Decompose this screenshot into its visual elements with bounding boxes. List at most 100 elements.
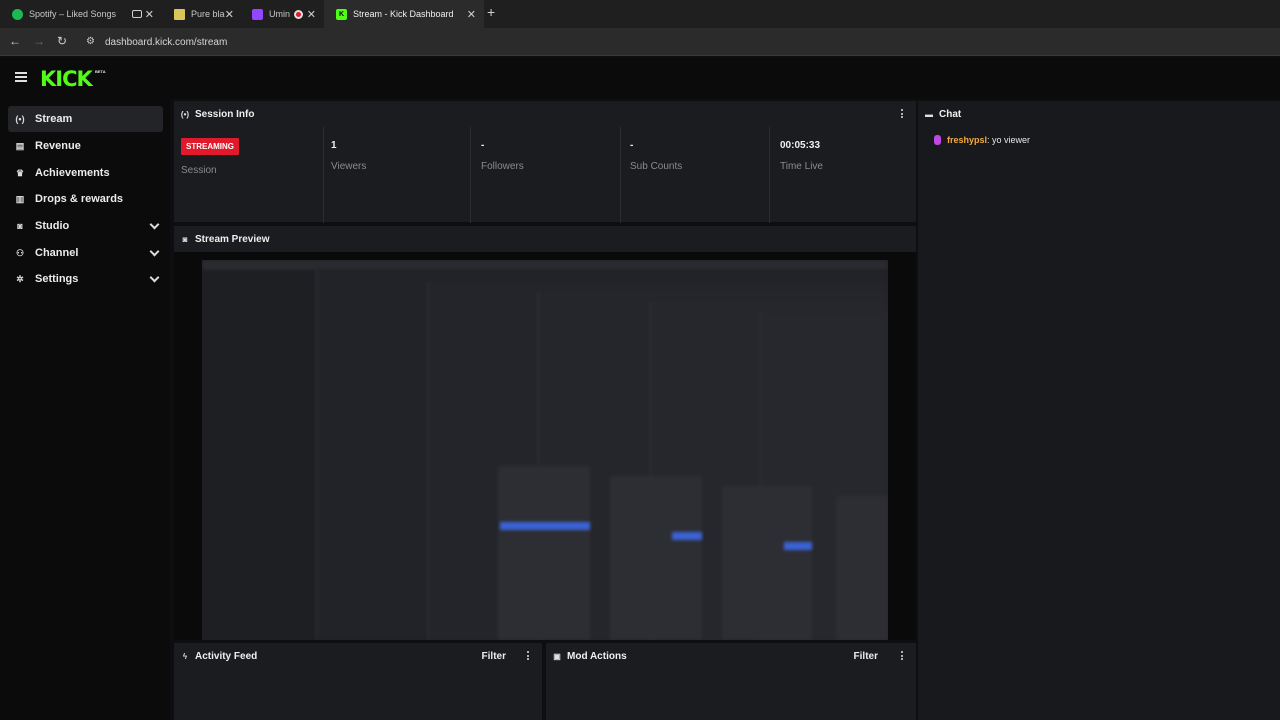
recording-icon: [294, 9, 304, 19]
pure-black-icon: [174, 8, 185, 20]
sidebar-item-label: Drops & rewards: [35, 193, 124, 205]
sidebar-item-studio[interactable]: ◙ Studio: [8, 213, 163, 239]
panel-title: Stream Preview: [195, 233, 270, 245]
sidebar-item-label: Achievements: [35, 167, 110, 179]
menu-icon[interactable]: [15, 72, 27, 82]
sidebar-item-label: Revenue: [35, 140, 81, 152]
stat-viewers: 1 Viewers: [321, 127, 471, 223]
chevron-down-icon: [149, 219, 160, 230]
chevron-down-icon: [149, 272, 160, 283]
stat-value: 1: [331, 140, 337, 151]
twitch-icon: [252, 8, 263, 20]
sidebar-item-settings[interactable]: ✲ Settings: [8, 266, 163, 292]
gear-icon: ✲: [16, 273, 24, 284]
kick-logo[interactable]: KICK: [40, 67, 93, 91]
stat-label: Session: [181, 165, 217, 176]
stream-preview[interactable]: [174, 252, 916, 640]
status-badge: STREAMING: [181, 138, 239, 155]
stat-value: -: [630, 140, 634, 151]
chat-panel: ▬ Chat freshypsl : yo viewer: [918, 101, 1280, 720]
activity-feed-panel: ϟ Activity Feed Filter: [174, 643, 542, 720]
app-header: KICK BETA: [0, 57, 1280, 99]
kick-icon: K: [336, 8, 347, 20]
address-bar: ← → ↻ ⚙ dashboard.kick.com/stream: [0, 28, 1280, 56]
microphone-icon: [934, 135, 941, 145]
more-options-icon[interactable]: [901, 651, 904, 662]
stat-value: -: [481, 140, 485, 151]
more-options-icon[interactable]: [901, 109, 904, 120]
beta-label: BETA: [95, 69, 106, 74]
sidebar-item-drops[interactable]: ▥ Drops & rewards: [8, 186, 163, 212]
channel-icon: ⚇: [15, 247, 25, 258]
tab-title: Spotify – Liked Songs: [29, 9, 117, 19]
stat-label: Followers: [481, 161, 524, 172]
chat-username[interactable]: freshypsl: [947, 135, 987, 145]
panel-title: Activity Feed: [195, 650, 258, 662]
url-field[interactable]: dashboard.kick.com/stream: [105, 37, 227, 48]
studio-icon: ◙: [182, 234, 188, 244]
session-info-header: (•) Session Info: [174, 101, 916, 127]
stat-time-live: 00:05:33 Time Live: [770, 127, 920, 223]
shield-icon: ▣: [553, 651, 561, 661]
broadcast-icon: (•): [15, 114, 25, 124]
trophy-icon: ♛: [15, 167, 25, 178]
sidebar-item-achievements[interactable]: ♛ Achievements: [8, 160, 163, 186]
stat-sub-counts: - Sub Counts: [620, 127, 770, 223]
sidebar-item-label: Channel: [35, 247, 79, 259]
stat-value: 00:05:33: [780, 140, 821, 151]
back-icon[interactable]: ←: [9, 34, 21, 48]
spotify-icon: [12, 8, 23, 20]
close-icon[interactable]: ✕: [225, 8, 234, 21]
sidebar-item-revenue[interactable]: ▤ Revenue: [8, 133, 163, 159]
panel-title: Mod Actions: [567, 650, 627, 662]
more-options-icon[interactable]: [527, 651, 530, 662]
tab-media-icon: [132, 10, 142, 18]
session-stats: STREAMING Session 1 Viewers - Followers …: [174, 127, 916, 223]
sidebar-item-stream[interactable]: (•) Stream: [8, 106, 163, 132]
stat-label: Viewers: [331, 161, 367, 172]
chat-header: ▬ Chat: [918, 101, 1280, 127]
sidebar-item-label: Studio: [35, 220, 70, 232]
forward-icon[interactable]: →: [33, 34, 45, 48]
tab-media[interactable]: [120, 0, 162, 28]
browser-tab-bar: Spotify – Liked Songs ✕ Pure black ✕ Umi…: [0, 0, 1280, 28]
lightning-icon: ϟ: [182, 651, 188, 661]
chat-icon: ▬: [925, 109, 933, 119]
site-info-icon[interactable]: ⚙: [86, 36, 98, 48]
studio-icon: ◙: [17, 221, 23, 231]
tab-title: Pure black: [191, 9, 225, 19]
broadcast-icon: (•): [180, 109, 190, 119]
chat-message: freshypsl : yo viewer: [934, 135, 1030, 145]
panel-title: Chat: [939, 108, 962, 120]
stat-session: STREAMING Session: [174, 127, 324, 223]
tab-umin[interactable]: Umin ✕: [240, 0, 324, 28]
tab-title: Umin: [269, 9, 291, 19]
session-info-panel: (•) Session Info STREAMING Session 1 Vie…: [174, 101, 916, 223]
stream-preview-header: ◙ Stream Preview: [174, 226, 916, 252]
activity-feed-header: ϟ Activity Feed Filter: [174, 643, 542, 669]
stat-followers: - Followers: [471, 127, 621, 223]
reload-icon[interactable]: ↻: [57, 34, 67, 48]
tab-kick-dashboard[interactable]: K Stream - Kick Dashboard ✕: [324, 0, 484, 28]
revenue-icon: ▤: [15, 140, 25, 151]
sidebar: (•) Stream ▤ Revenue ♛ Achievements ▥ Dr…: [0, 99, 170, 720]
tab-pure-black[interactable]: Pure black ✕: [162, 0, 242, 28]
stat-label: Sub Counts: [630, 161, 683, 172]
sidebar-item-label: Stream: [35, 113, 73, 125]
filter-button[interactable]: Filter: [854, 651, 878, 662]
stream-preview-video: [202, 260, 888, 640]
stream-preview-header-bar: ◙ Stream Preview: [174, 226, 916, 252]
sidebar-item-label: Settings: [35, 273, 79, 285]
gift-icon: ▥: [15, 193, 25, 204]
chat-text: : yo viewer: [987, 135, 1031, 145]
tab-title: Stream - Kick Dashboard: [353, 9, 454, 19]
close-icon[interactable]: ✕: [467, 8, 476, 21]
panel-title: Session Info: [195, 108, 255, 120]
mod-actions-panel: ▣ Mod Actions Filter: [546, 643, 916, 720]
close-icon[interactable]: ✕: [307, 8, 316, 21]
new-tab-button[interactable]: +: [487, 4, 495, 20]
chevron-down-icon: [149, 246, 160, 257]
sidebar-item-channel[interactable]: ⚇ Channel: [8, 240, 163, 266]
filter-button[interactable]: Filter: [482, 651, 506, 662]
stat-label: Time Live: [780, 161, 823, 172]
